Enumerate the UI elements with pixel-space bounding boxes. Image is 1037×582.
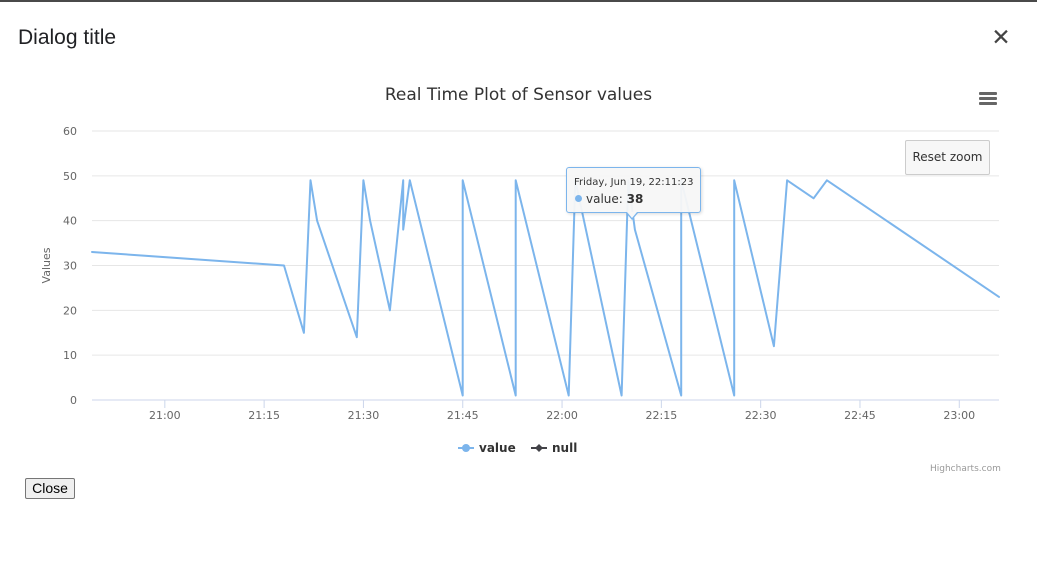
y-tick-label: 0	[70, 394, 77, 407]
series-layer	[91, 179, 1000, 397]
tooltip-value: 38	[626, 192, 644, 206]
tooltip-row: value: 38	[575, 192, 643, 206]
legend-item-value[interactable]: value	[458, 441, 516, 455]
y-tick-label: 40	[63, 215, 77, 228]
legend-diamond-icon	[535, 444, 543, 452]
x-tick-label: 21:30	[348, 409, 380, 422]
y-tick-label: 60	[63, 125, 77, 138]
y-tick-label: 10	[63, 349, 77, 362]
y-axis-title: Values	[40, 247, 53, 283]
x-tick-label: 23:00	[943, 409, 975, 422]
series-marker-icon	[575, 195, 582, 202]
legend-label: value	[479, 441, 516, 455]
legend-circle-icon	[462, 444, 470, 452]
chart-tooltip: Friday, Jun 19, 22:11:23 value: 38	[566, 167, 701, 220]
x-tick-label: 22:45	[844, 409, 876, 422]
x-tick-label: 21:15	[248, 409, 280, 422]
tooltip-series-label: value:	[586, 192, 623, 206]
legend-item-null[interactable]: null	[531, 441, 577, 455]
x-tick-label: 21:45	[447, 409, 479, 422]
y-tick-label: 30	[63, 260, 77, 273]
chart-title: Real Time Plot of Sensor values	[384, 85, 653, 105]
legend: value null	[458, 441, 577, 455]
x-tick-label: 22:00	[546, 409, 578, 422]
axes: 0 10 20 30 40 50 60 21:00 21:15 21:30 21:45 22:00 22…	[40, 125, 975, 422]
highcharts-credits[interactable]: Highcharts.com	[930, 464, 1001, 474]
y-tick-label: 50	[63, 170, 77, 183]
x-tick-label: 22:30	[745, 409, 777, 422]
grid-lines	[92, 130, 999, 401]
series-line-value	[91, 179, 1000, 397]
close-button[interactable]: Close	[25, 478, 75, 499]
tooltip-header: Friday, Jun 19, 22:11:23	[574, 177, 694, 188]
legend-label: null	[552, 441, 577, 455]
x-tick-label: 22:15	[646, 409, 678, 422]
tooltip-arrow-fill	[627, 212, 637, 218]
hamburger-menu-icon[interactable]	[979, 92, 997, 108]
x-tick-label: 21:00	[149, 409, 181, 422]
reset-zoom-button[interactable]: Reset zoom	[905, 140, 990, 175]
y-tick-label: 20	[63, 304, 77, 317]
